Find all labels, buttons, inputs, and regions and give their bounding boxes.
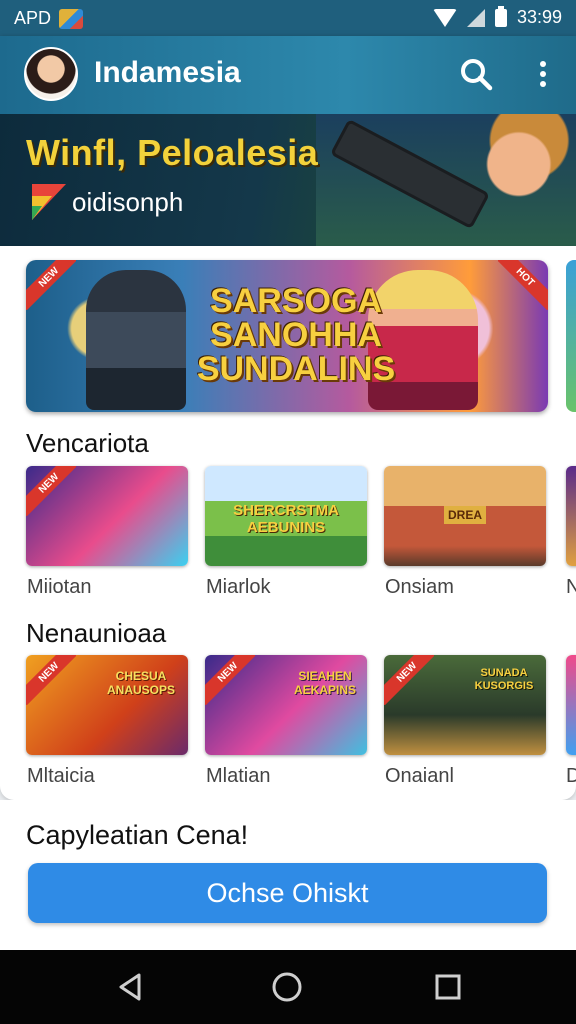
- section-title: Vencariota: [26, 428, 149, 458]
- section-title: Nenaunioaa: [26, 618, 167, 648]
- game-tile[interactable]: NEW SUNADA KUSORGIS: [384, 655, 546, 755]
- home-icon[interactable]: [270, 970, 304, 1004]
- game-title: Onsiam: [385, 576, 454, 598]
- hero-subtitle: oidisonph: [72, 186, 184, 217]
- content-card: SARSOGA SANOHHA SUNDALINS NEW HOT Vencar…: [0, 246, 576, 800]
- hot-ribbon: HOT: [498, 260, 548, 310]
- carrier-label: APD: [14, 8, 52, 28]
- hero-title: Winfl, Peloalesia: [26, 132, 319, 173]
- battery-icon: [494, 5, 507, 27]
- game-title: D: [566, 765, 576, 787]
- game-tile[interactable]: DREA: [384, 466, 546, 566]
- app-title: Indamesia: [94, 56, 241, 89]
- game-tile[interactable]: [566, 655, 576, 755]
- game-tile[interactable]: NEW CHESUA ANAUSOPS: [26, 655, 188, 755]
- game-title: Miiotan: [27, 576, 92, 598]
- notification-icon: [59, 8, 84, 29]
- avatar[interactable]: [24, 47, 78, 101]
- game-title: Mltaicia: [27, 765, 95, 787]
- next-banner-peek[interactable]: [566, 260, 576, 412]
- game-tile[interactable]: NEW SIEAHEN AEKAPINS: [205, 655, 367, 755]
- new-ribbon: NEW: [26, 260, 76, 310]
- cta-button[interactable]: Ochse Ohiskt: [28, 863, 547, 923]
- featured-hero-left: [86, 270, 186, 410]
- game-title: Mlatian: [206, 765, 271, 787]
- game-title: N: [566, 576, 576, 598]
- featured-title: SARSOGA SANOHHA SUNDALINS: [196, 282, 396, 388]
- game-tile[interactable]: SHERCRSTMA AEBUNINS: [205, 466, 367, 566]
- game-title: Miarlok: [206, 576, 271, 598]
- game-title: Onaianl: [385, 765, 454, 787]
- status-bar: APD 33:99: [0, 0, 576, 36]
- clock: 33:99: [516, 7, 562, 27]
- recents-icon[interactable]: [431, 970, 465, 1004]
- featured-banner[interactable]: SARSOGA SANOHHA SUNDALINS NEW HOT: [26, 260, 548, 412]
- navigation-bar: [0, 950, 576, 1024]
- search-icon[interactable]: [458, 56, 494, 92]
- wifi-icon: [432, 8, 457, 27]
- hero-brand: oidisonph: [28, 182, 183, 222]
- signal-icon: [466, 8, 485, 27]
- play-logo: [32, 184, 66, 220]
- game-tile[interactable]: [566, 466, 576, 566]
- app-bar: Indamesia: [0, 36, 576, 114]
- hero-banner[interactable]: Winfl, Peloalesia oidisonph: [0, 114, 576, 246]
- back-icon[interactable]: [113, 970, 147, 1004]
- game-tile[interactable]: NEW: [26, 466, 188, 566]
- cta-title: Capyleatian Cena!: [26, 820, 249, 850]
- more-vert-icon[interactable]: [528, 56, 558, 92]
